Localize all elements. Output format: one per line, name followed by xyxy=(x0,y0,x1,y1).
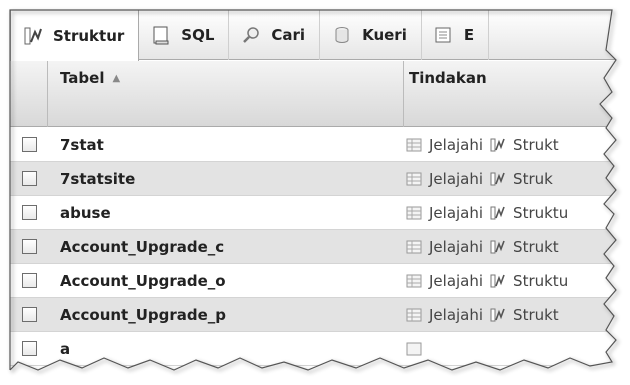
table-header: Tabel ▲ Tindakan xyxy=(10,61,622,127)
sort-ascending-icon[interactable]: ▲ xyxy=(112,73,120,84)
tab-cari[interactable]: Cari xyxy=(229,10,321,60)
structure-action[interactable]: Strukt xyxy=(489,238,559,256)
phpmyadmin-panel: Struktur SQL Cari Kueri E Tabel ▲ Tindak… xyxy=(10,10,622,380)
browse-icon xyxy=(405,272,423,290)
column-header-label: Tindakan xyxy=(409,69,487,87)
browse-label: Jelajahi xyxy=(429,169,484,188)
structure-label: Struktu xyxy=(513,271,569,290)
structure-action[interactable]: Struktu xyxy=(489,272,568,290)
browse-icon xyxy=(405,306,423,324)
table-row: 7statsite Jelajahi Struk xyxy=(10,162,622,196)
tab-export[interactable]: E xyxy=(422,10,490,60)
browse-action[interactable]: Jelajahi xyxy=(405,170,483,188)
table-name[interactable]: a xyxy=(48,340,405,358)
column-header-table[interactable]: Tabel ▲ xyxy=(48,61,404,127)
row-checkbox[interactable] xyxy=(21,273,37,288)
column-header-label: Tabel xyxy=(60,69,105,87)
structure-label: Struktu xyxy=(513,203,569,222)
structure-icon xyxy=(489,136,507,154)
structure-icon xyxy=(489,204,507,222)
structure-label: Strukt xyxy=(513,305,559,324)
table-row: Account_Upgrade_c Jelajahi Strukt xyxy=(10,230,622,264)
browse-icon xyxy=(405,238,423,256)
table-name[interactable]: 7stat xyxy=(48,136,405,154)
structure-action[interactable]: Strukt xyxy=(489,136,559,154)
search-icon xyxy=(241,25,261,45)
tab-label: E xyxy=(463,26,475,44)
row-checkbox[interactable] xyxy=(21,239,37,254)
export-icon xyxy=(434,25,454,45)
browse-action[interactable]: Jelajahi xyxy=(405,272,483,290)
browse-action[interactable]: Jelajahi xyxy=(405,204,483,222)
row-checkbox[interactable] xyxy=(21,341,37,356)
browse-label: Jelajahi xyxy=(429,135,484,154)
browse-action[interactable] xyxy=(405,340,429,358)
structure-label: Strukt xyxy=(513,237,559,256)
table-row: abuse Jelajahi Struktu xyxy=(10,196,622,230)
structure-action[interactable]: Struk xyxy=(489,170,553,188)
structure-icon xyxy=(23,26,43,46)
browse-icon xyxy=(405,136,423,154)
browse-icon xyxy=(405,340,423,358)
table-row: 7stat Jelajahi Strukt xyxy=(10,128,622,162)
browse-icon xyxy=(405,204,423,222)
browse-label: Jelajahi xyxy=(429,203,484,222)
structure-action[interactable]: Strukt xyxy=(489,306,559,324)
row-checkbox[interactable] xyxy=(21,137,37,152)
table-body: 7stat Jelajahi Strukt 7statsite Jelajahi xyxy=(10,128,622,366)
column-header-actions: Tindakan xyxy=(405,61,622,127)
structure-icon xyxy=(489,306,507,324)
row-checkbox[interactable] xyxy=(21,171,37,186)
row-checkbox[interactable] xyxy=(21,205,37,220)
sql-icon xyxy=(151,25,171,45)
structure-action[interactable]: Struktu xyxy=(489,204,568,222)
tab-struktur[interactable]: Struktur xyxy=(10,10,140,61)
table-name[interactable]: Account_Upgrade_o xyxy=(48,272,405,290)
header-check-column xyxy=(10,61,48,127)
browse-action[interactable]: Jelajahi xyxy=(405,136,483,154)
tab-label: SQL xyxy=(181,26,215,44)
browse-icon xyxy=(405,170,423,188)
row-checkbox[interactable] xyxy=(21,307,37,322)
table-name[interactable]: Account_Upgrade_c xyxy=(48,238,405,256)
structure-label: Struk xyxy=(513,169,553,188)
table-row: Account_Upgrade_p Jelajahi Strukt xyxy=(10,298,622,332)
structure-icon xyxy=(489,272,507,290)
structure-icon xyxy=(489,170,507,188)
tab-label: Struktur xyxy=(53,26,125,45)
table-row: a xyxy=(10,332,622,366)
tab-label: Kueri xyxy=(362,26,407,44)
browse-action[interactable]: Jelajahi xyxy=(405,306,483,324)
browse-action[interactable]: Jelajahi xyxy=(405,238,483,256)
tab-label: Cari xyxy=(271,26,306,44)
table-name[interactable]: abuse xyxy=(48,204,405,222)
table-row: Account_Upgrade_o Jelajahi Struktu xyxy=(10,264,622,298)
browse-label: Jelajahi xyxy=(429,237,484,256)
table-name[interactable]: 7statsite xyxy=(48,170,405,188)
query-icon xyxy=(332,25,352,45)
browse-label: Jelajahi xyxy=(429,305,484,324)
structure-icon xyxy=(489,238,507,256)
tab-sql[interactable]: SQL xyxy=(139,10,230,60)
browse-label: Jelajahi xyxy=(429,271,484,290)
structure-label: Strukt xyxy=(513,135,559,154)
tab-kueri[interactable]: Kueri xyxy=(320,10,422,60)
table-name[interactable]: Account_Upgrade_p xyxy=(48,306,405,324)
tab-bar: Struktur SQL Cari Kueri E xyxy=(10,10,622,61)
